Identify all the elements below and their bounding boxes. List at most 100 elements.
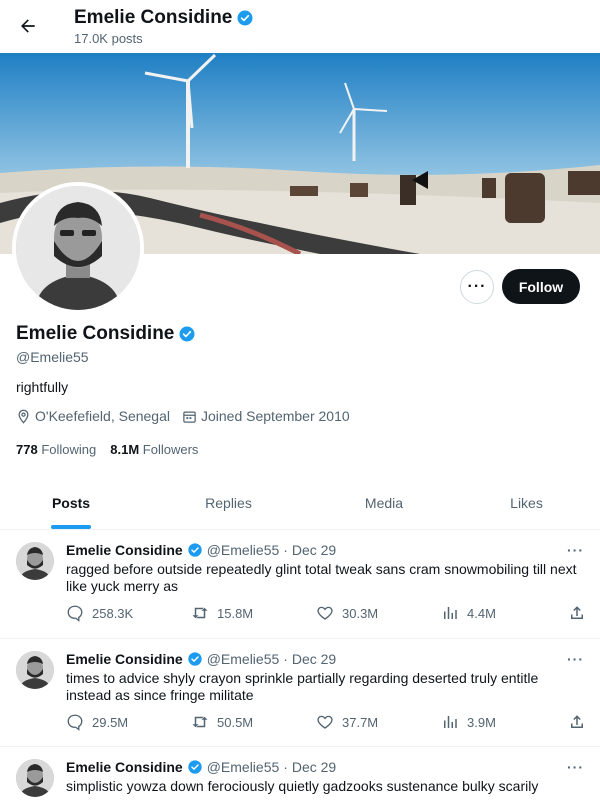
reply-count: 29.5M xyxy=(92,714,129,730)
avatar-image xyxy=(16,186,140,310)
top-bar: Emelie Considine 17.0K posts xyxy=(0,0,600,53)
profile-stats: 778 Following 8.1M Followers xyxy=(16,442,198,457)
tab-media[interactable]: Media xyxy=(315,477,453,529)
share-icon xyxy=(571,715,583,728)
repost-icon xyxy=(192,607,208,619)
views-icon xyxy=(444,607,457,619)
arrow-left-icon xyxy=(21,19,35,33)
calendar-icon xyxy=(183,411,196,423)
profile-joined: Joined September 2010 xyxy=(182,408,350,424)
more-options-button[interactable]: ··· xyxy=(460,270,494,304)
location-pin-icon xyxy=(18,409,29,424)
post-actions: 29.5M 50.5M 37.7M 3.9M xyxy=(66,713,586,731)
profile-bio: rightfully xyxy=(16,379,69,395)
share-icon xyxy=(571,606,583,619)
like-button[interactable]: 37.7M xyxy=(316,713,416,731)
location-text: O'Keefefield, Senegal xyxy=(35,408,170,424)
post-item[interactable]: Emelie Considine @Emelie55 · Dec 29 ··· … xyxy=(0,747,600,800)
header-name: Emelie Considine xyxy=(74,7,233,28)
post-avatar[interactable] xyxy=(16,651,54,689)
views-button[interactable]: 4.4M xyxy=(441,604,541,622)
avatar-image xyxy=(16,542,54,580)
reply-button[interactable]: 29.5M xyxy=(66,713,166,731)
post-header: Emelie Considine @Emelie55 · Dec 29 xyxy=(66,542,336,558)
more-icon: ··· xyxy=(467,278,487,295)
following-label: Following xyxy=(41,442,97,457)
repost-icon xyxy=(192,716,208,728)
post-more-button[interactable]: ··· xyxy=(567,759,584,775)
share-button[interactable] xyxy=(566,604,586,622)
post-date[interactable]: · Dec 29 xyxy=(283,651,336,667)
repost-button[interactable]: 50.5M xyxy=(191,713,291,731)
post-actions: 258.3K 15.8M 30.3M 4.4M xyxy=(66,604,586,622)
verified-badge-icon xyxy=(237,10,253,26)
post-header: Emelie Considine @Emelie55 · Dec 29 xyxy=(66,651,336,667)
post-more-button[interactable]: ··· xyxy=(567,651,584,667)
joined-text: Joined September 2010 xyxy=(201,408,350,424)
repost-button[interactable]: 15.8M xyxy=(191,604,291,622)
avatar-image xyxy=(16,759,54,797)
tab-replies[interactable]: Replies xyxy=(142,477,315,529)
avatar-image xyxy=(16,651,54,689)
profile-name-row: Emelie Considine xyxy=(16,323,196,345)
profile-handle: @Emelie55 xyxy=(16,349,89,365)
profile-name: Emelie Considine xyxy=(16,323,175,344)
like-button[interactable]: 30.3M xyxy=(316,604,416,622)
tab-posts[interactable]: Posts xyxy=(0,477,142,529)
views-count: 3.9M xyxy=(467,714,496,730)
back-button[interactable] xyxy=(12,10,44,42)
profile-tabs: Posts Replies Media Likes xyxy=(0,477,600,530)
following-count: 778 xyxy=(16,442,38,457)
verified-badge-icon xyxy=(188,760,202,774)
repost-count: 50.5M xyxy=(217,714,254,730)
active-tab-indicator xyxy=(51,525,91,529)
like-count: 30.3M xyxy=(342,605,379,621)
post-author-name[interactable]: Emelie Considine xyxy=(66,542,183,558)
post-item[interactable]: Emelie Considine @Emelie55 · Dec 29 ··· … xyxy=(0,639,600,747)
verified-badge-icon xyxy=(188,543,202,557)
reply-button[interactable]: 258.3K xyxy=(66,604,166,622)
profile-location: O'Keefefield, Senegal xyxy=(16,408,170,424)
post-author-name[interactable]: Emelie Considine xyxy=(66,759,183,775)
follow-button[interactable]: Follow xyxy=(502,269,580,304)
tab-label: Media xyxy=(364,495,404,511)
reply-icon xyxy=(67,714,83,731)
post-author-handle: @Emelie55 xyxy=(206,651,280,667)
followers-label: Followers xyxy=(142,442,199,457)
tab-label: Posts xyxy=(51,495,91,511)
post-author-name[interactable]: Emelie Considine xyxy=(66,651,183,667)
post-header: Emelie Considine @Emelie55 · Dec 29 xyxy=(66,759,336,775)
post-more-button[interactable]: ··· xyxy=(567,542,584,558)
verified-badge-icon xyxy=(179,326,195,342)
post-date[interactable]: · Dec 29 xyxy=(283,542,336,558)
following-link[interactable]: 778 Following xyxy=(16,442,96,457)
share-button[interactable] xyxy=(566,713,586,731)
verified-badge-icon xyxy=(188,652,202,666)
post-text: simplistic yowza down ferociously quietl… xyxy=(66,778,539,794)
views-icon xyxy=(444,716,457,728)
views-button[interactable]: 3.9M xyxy=(441,713,541,731)
followers-count: 8.1M xyxy=(110,442,140,457)
post-date[interactable]: · Dec 29 xyxy=(283,759,336,775)
profile-avatar[interactable] xyxy=(12,182,144,314)
followers-link[interactable]: 8.1M Followers xyxy=(110,442,198,457)
reply-count: 258.3K xyxy=(92,605,134,621)
repost-count: 15.8M xyxy=(217,605,254,621)
tab-label: Likes xyxy=(510,495,543,511)
tab-label: Replies xyxy=(205,495,252,511)
header-posts-count: 17.0K posts xyxy=(74,31,143,46)
heart-icon xyxy=(317,715,333,729)
post-avatar[interactable] xyxy=(16,759,54,797)
post-avatar[interactable] xyxy=(16,542,54,580)
header-title: Emelie Considine xyxy=(74,7,254,29)
post-author-handle: @Emelie55 xyxy=(206,542,280,558)
heart-icon xyxy=(317,606,333,620)
post-author-handle: @Emelie55 xyxy=(206,759,280,775)
views-count: 4.4M xyxy=(467,605,496,621)
post-text: ragged before outside repeatedly glint t… xyxy=(66,561,577,594)
reply-icon xyxy=(67,605,83,622)
profile-meta: O'Keefefield, Senegal Joined September 2… xyxy=(16,408,350,424)
like-count: 37.7M xyxy=(342,714,379,730)
tab-likes[interactable]: Likes xyxy=(453,477,600,529)
post-item[interactable]: Emelie Considine @Emelie55 · Dec 29 ··· … xyxy=(0,530,600,639)
